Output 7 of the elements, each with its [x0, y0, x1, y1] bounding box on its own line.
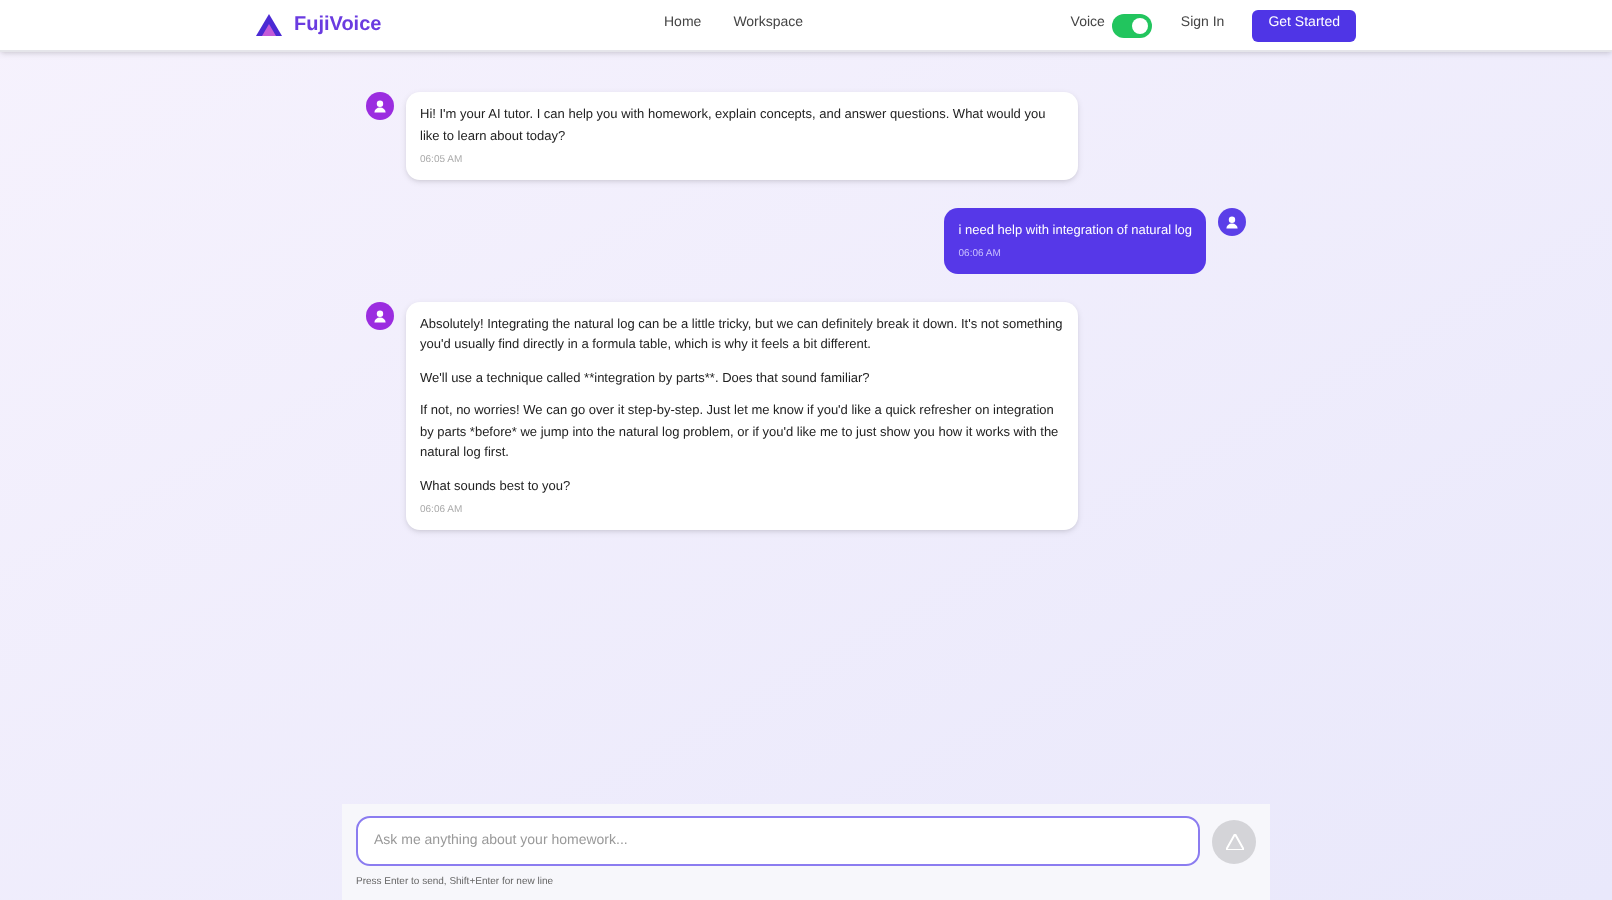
avatar-icon — [366, 301, 394, 329]
brand-name: FujiVoice — [294, 12, 382, 40]
mountain-logo-icon — [256, 14, 282, 36]
mountain-icon — [1225, 833, 1243, 849]
avatar-icon — [1218, 207, 1246, 235]
voice-toggle[interactable] — [1112, 13, 1153, 37]
avatar-icon — [366, 92, 394, 120]
